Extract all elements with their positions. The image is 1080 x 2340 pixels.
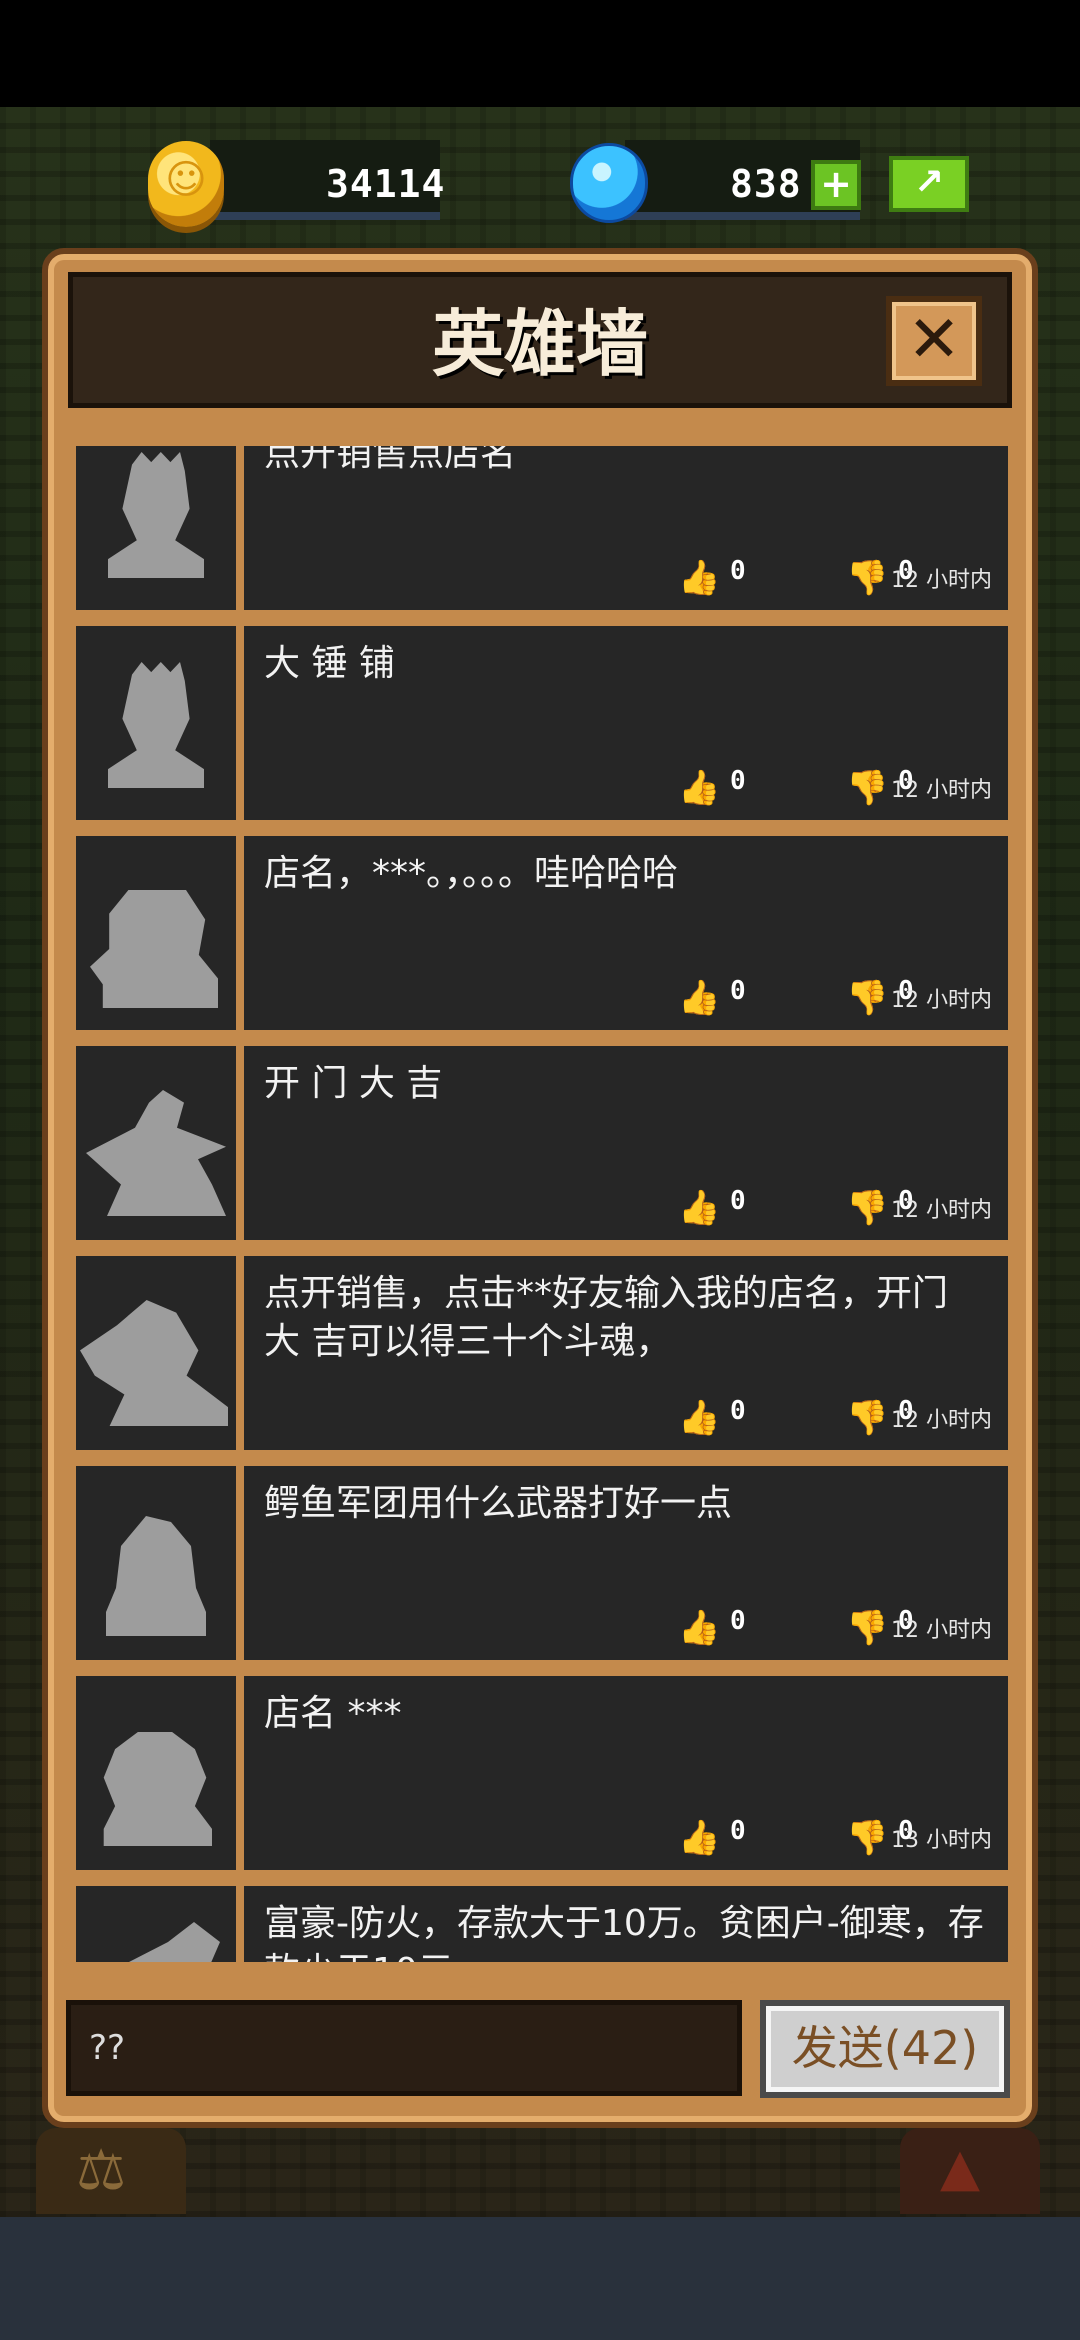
message-item: 点开销售，点击**好友输入我的店名，开门 大 吉可以得三十个斗魂， 👍 0 👎 … bbox=[72, 1256, 1008, 1450]
like-count: 0 bbox=[730, 1186, 746, 1216]
avatar bbox=[76, 1676, 236, 1870]
avatar bbox=[76, 446, 236, 610]
thumb-up-icon[interactable]: 👍 bbox=[678, 1188, 720, 1228]
thumb-up-icon[interactable]: 👍 bbox=[678, 1818, 720, 1858]
message-text: 大 锤 铺 bbox=[264, 643, 395, 684]
message-item: 店名，***。，。。。哇哈哈哈 👍 0 👎 0 12 小时内 bbox=[72, 836, 1008, 1030]
scale-icon bbox=[36, 2128, 186, 2214]
system-nav-bar bbox=[0, 2217, 1080, 2340]
gem-count: 838 bbox=[730, 162, 802, 206]
avatar bbox=[76, 1046, 236, 1240]
close-button[interactable]: ✕ bbox=[886, 296, 982, 386]
message-time: 12 小时内 bbox=[891, 568, 992, 593]
thumb-down-icon[interactable]: 👎 bbox=[846, 558, 888, 598]
message-text: 店名，***。，。。。哇哈哈哈 bbox=[264, 853, 679, 894]
share-icon: ↗ bbox=[913, 162, 945, 203]
message-item: 大 锤 铺 👍 0 👎 0 12 小时内 bbox=[72, 626, 1008, 820]
message-content: 富豪-防火，存款大于10万。贫困户-御寒，存款少于10元 bbox=[244, 1886, 1008, 1962]
wizard-hat-avatar-icon bbox=[86, 1090, 226, 1216]
message-item: 店名 *** 👍 0 👎 0 13 小时内 bbox=[72, 1676, 1008, 1870]
spiky-hair-avatar-icon bbox=[108, 452, 204, 578]
avatar bbox=[76, 836, 236, 1030]
wing-avatar-icon bbox=[90, 1922, 220, 1962]
message-text: 店名 *** bbox=[264, 1693, 402, 1734]
thumb-up-icon[interactable]: 👍 bbox=[678, 1608, 720, 1648]
message-list[interactable]: 点开销售点店名 👍 0 👎 0 12 小时内 大 锤 铺 👍 0 👎 0 12 … bbox=[72, 446, 1008, 1962]
message-content: 鳄鱼军团用什么武器打好一点 👍 0 👎 0 12 小时内 bbox=[244, 1466, 1008, 1660]
message-content: 店名，***。，。。。哇哈哈哈 👍 0 👎 0 12 小时内 bbox=[244, 836, 1008, 1030]
like-count: 0 bbox=[730, 976, 746, 1006]
thumb-down-icon[interactable]: 👎 bbox=[846, 978, 888, 1018]
coin-count: 34114 bbox=[326, 162, 446, 206]
message-item: 富豪-防火，存款大于10万。贫困户-御寒，存款少于10元 bbox=[72, 1886, 1008, 1962]
message-time: 13 小时内 bbox=[891, 1828, 992, 1853]
avatar bbox=[76, 626, 236, 820]
like-count: 0 bbox=[730, 556, 746, 586]
page-title: 英雄墙 bbox=[431, 302, 648, 386]
helmet-avatar-icon bbox=[90, 890, 218, 1008]
thumb-up-icon[interactable]: 👍 bbox=[678, 558, 720, 598]
avatar bbox=[76, 1466, 236, 1660]
message-item: 开 门 大 吉 👍 0 👎 0 12 小时内 bbox=[72, 1046, 1008, 1240]
message-content: 点开销售，点击**好友输入我的店名，开门 大 吉可以得三十个斗魂， 👍 0 👎 … bbox=[244, 1256, 1008, 1450]
message-text: 开 门 大 吉 bbox=[264, 1063, 443, 1104]
like-count: 0 bbox=[730, 1816, 746, 1846]
message-time: 12 小时内 bbox=[891, 778, 992, 803]
message-text: 点开销售，点击**好友输入我的店名，开门 大 吉可以得三十个斗魂， bbox=[264, 1273, 949, 1362]
thumb-down-icon[interactable]: 👎 bbox=[846, 1818, 888, 1858]
send-button[interactable]: 发送(42) bbox=[760, 2000, 1010, 2098]
status-bar bbox=[0, 0, 1080, 107]
round-avatar-icon bbox=[106, 1516, 206, 1636]
message-time: 12 小时内 bbox=[891, 1198, 992, 1223]
message-content: 店名 *** 👍 0 👎 0 13 小时内 bbox=[244, 1676, 1008, 1870]
hood-avatar-icon bbox=[80, 1300, 228, 1426]
like-count: 0 bbox=[730, 766, 746, 796]
close-icon: ✕ bbox=[907, 303, 961, 377]
message-content: 点开销售点店名 👍 0 👎 0 12 小时内 bbox=[244, 446, 1008, 610]
message-time: 12 小时内 bbox=[891, 1408, 992, 1433]
add-gems-button[interactable]: + bbox=[811, 160, 861, 210]
message-content: 大 锤 铺 👍 0 👎 0 12 小时内 bbox=[244, 626, 1008, 820]
message-item: 鳄鱼军团用什么武器打好一点 👍 0 👎 0 12 小时内 bbox=[72, 1466, 1008, 1660]
curly-hair-avatar-icon bbox=[103, 1732, 212, 1846]
message-text: 富豪-防火，存款大于10万。贫困户-御寒，存款少于10元 bbox=[264, 1903, 984, 1962]
message-time: 12 小时内 bbox=[891, 988, 992, 1013]
message-text: 鳄鱼军团用什么武器打好一点 bbox=[264, 1483, 733, 1524]
share-button[interactable]: ↗ bbox=[889, 156, 969, 212]
thumb-up-icon[interactable]: 👍 bbox=[678, 768, 720, 808]
message-item: 点开销售点店名 👍 0 👎 0 12 小时内 bbox=[72, 446, 1008, 610]
message-content: 开 门 大 吉 👍 0 👎 0 12 小时内 bbox=[244, 1046, 1008, 1240]
thumb-up-icon[interactable]: 👍 bbox=[678, 1398, 720, 1438]
like-count: 0 bbox=[730, 1606, 746, 1636]
plus-icon: + bbox=[820, 162, 852, 206]
thumb-down-icon[interactable]: 👎 bbox=[846, 1608, 888, 1648]
chat-input[interactable]: ?? bbox=[66, 2000, 742, 2096]
thumb-down-icon[interactable]: 👎 bbox=[846, 768, 888, 808]
tent-icon bbox=[900, 2128, 1040, 2214]
message-time: 12 小时内 bbox=[891, 1618, 992, 1643]
thumb-up-icon[interactable]: 👍 bbox=[678, 978, 720, 1018]
thumb-down-icon[interactable]: 👎 bbox=[846, 1398, 888, 1438]
gem-icon bbox=[570, 143, 648, 223]
coin-icon bbox=[148, 141, 224, 227]
avatar bbox=[76, 1256, 236, 1450]
like-count: 0 bbox=[730, 1396, 746, 1426]
spiky-hair-avatar-icon bbox=[108, 662, 204, 788]
message-text: 点开销售点店名 bbox=[264, 446, 517, 474]
thumb-down-icon[interactable]: 👎 bbox=[846, 1188, 888, 1228]
avatar bbox=[76, 1886, 236, 1962]
